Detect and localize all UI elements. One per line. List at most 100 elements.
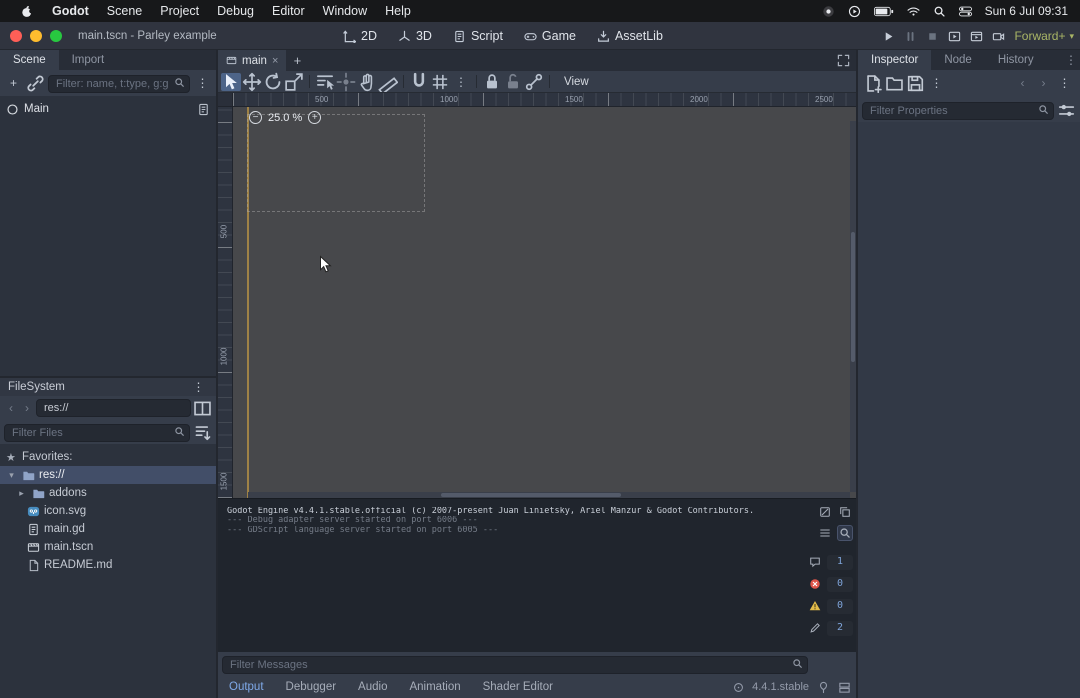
menu-scene[interactable]: Scene	[98, 4, 151, 18]
filter-messages-input[interactable]	[222, 656, 808, 674]
load-resource-icon[interactable]	[885, 74, 904, 93]
inspector-options-icon[interactable]: ⋮	[1055, 74, 1074, 93]
output-log[interactable]: Godot Engine v4.4.1.stable.official (c) …	[218, 498, 856, 652]
bottom-tab-shader-editor[interactable]: Shader Editor	[472, 676, 564, 698]
menu-editor[interactable]: Editor	[263, 4, 314, 18]
add-node-button[interactable]: +	[4, 74, 23, 93]
renderer-select[interactable]: Forward+ ▾	[1014, 29, 1074, 43]
tab-history[interactable]: History	[985, 50, 1047, 70]
viewport-vscrollbar[interactable]	[850, 121, 856, 492]
dock-options-icon[interactable]: ⋮	[1062, 50, 1080, 70]
favorites-row[interactable]: ★ Favorites:	[0, 448, 216, 466]
apple-menu-icon[interactable]	[12, 5, 43, 18]
scene-filter-input[interactable]	[48, 75, 190, 93]
history-forward-icon[interactable]: ›	[1034, 74, 1053, 93]
unlock-icon[interactable]	[503, 73, 523, 91]
zoom-in-button[interactable]: +	[308, 111, 321, 124]
expand-arrow-icon[interactable]: ▸	[16, 488, 27, 499]
save-resource-icon[interactable]	[906, 74, 925, 93]
attached-script-icon[interactable]	[197, 103, 210, 116]
filesystem-tree[interactable]: ★ Favorites: ▾ res:// ▸ addons icon.svg …	[0, 444, 216, 698]
skeleton-icon[interactable]	[524, 73, 544, 91]
update-status-icon[interactable]	[733, 682, 744, 693]
spotlight-search-icon[interactable]	[933, 5, 946, 18]
view-menu-button[interactable]: View	[555, 76, 598, 88]
filter-messages-toggle[interactable]: 1	[807, 554, 853, 570]
minimize-window-button[interactable]	[30, 30, 42, 42]
menu-debug[interactable]: Debug	[208, 4, 263, 18]
new-resource-icon[interactable]	[864, 74, 883, 93]
battery-icon[interactable]	[874, 6, 894, 17]
tab-inspector[interactable]: Inspector	[858, 50, 931, 70]
play-circle-icon[interactable]	[848, 5, 861, 18]
fs-item-res[interactable]: ▾ res://	[0, 466, 216, 484]
scale-tool[interactable]	[284, 73, 304, 91]
smart-snap-icon[interactable]	[409, 73, 429, 91]
fs-item-addons[interactable]: ▸ addons	[0, 484, 216, 502]
stop-button[interactable]	[926, 30, 939, 43]
menu-window[interactable]: Window	[314, 4, 376, 18]
canvas[interactable]: − 25.0 % +	[233, 107, 856, 498]
zoom-out-button[interactable]: −	[249, 111, 262, 124]
move-tool[interactable]	[242, 73, 262, 91]
instance-scene-button[interactable]	[26, 74, 45, 93]
play-button[interactable]	[882, 30, 895, 43]
filter-editor-messages-toggle[interactable]: 2	[807, 620, 853, 636]
close-tab-icon[interactable]: ×	[272, 55, 278, 67]
filter-warnings-toggle[interactable]: 0	[807, 598, 853, 614]
bottom-tab-debugger[interactable]: Debugger	[275, 676, 348, 698]
fs-item-readme[interactable]: README.md	[0, 556, 216, 574]
history-forward-icon[interactable]: ›	[20, 401, 34, 415]
control-center-icon[interactable]	[959, 5, 972, 18]
bottom-tab-output[interactable]: Output	[218, 676, 275, 698]
bottom-tab-audio[interactable]: Audio	[347, 676, 398, 698]
play-custom-scene-button[interactable]	[970, 30, 983, 43]
fs-item-main-gd[interactable]: main.gd	[0, 520, 216, 538]
pause-button[interactable]	[904, 30, 917, 43]
menu-project[interactable]: Project	[151, 4, 208, 18]
screen-record-icon[interactable]	[822, 5, 835, 18]
expand-viewport-icon[interactable]	[837, 50, 856, 71]
zoom-level[interactable]: 25.0 %	[268, 112, 302, 124]
menu-godot[interactable]: Godot	[43, 4, 98, 18]
pin-bottom-panel-icon[interactable]	[817, 681, 830, 694]
menu-help[interactable]: Help	[376, 4, 420, 18]
fs-item-main-tscn[interactable]: main.tscn	[0, 538, 216, 556]
path-field[interactable]: res://	[36, 399, 191, 417]
tab-node[interactable]: Node	[931, 50, 985, 70]
workspace-game-button[interactable]: Game	[524, 29, 576, 43]
tab-scene[interactable]: Scene	[0, 50, 59, 70]
filter-errors-toggle[interactable]: 0	[807, 576, 853, 592]
resource-options-icon[interactable]: ⋮	[927, 74, 946, 93]
rotate-tool[interactable]	[263, 73, 283, 91]
history-back-icon[interactable]: ‹	[1013, 74, 1032, 93]
pivot-tool[interactable]	[336, 73, 356, 91]
grid-snap-icon[interactable]	[430, 73, 450, 91]
zoom-window-button[interactable]	[50, 30, 62, 42]
snap-options-icon[interactable]: ⋮	[451, 73, 471, 91]
play-scene-button[interactable]	[948, 30, 961, 43]
filesystem-options-icon[interactable]: ⋮	[189, 378, 208, 397]
workspace-assetlib-button[interactable]: AssetLib	[597, 29, 663, 43]
fs-item-icon-svg[interactable]: icon.svg	[0, 502, 216, 520]
property-filter-options-icon[interactable]	[1057, 101, 1076, 120]
clear-output-icon[interactable]	[817, 504, 833, 520]
bottom-tab-animation[interactable]: Animation	[398, 676, 471, 698]
history-back-icon[interactable]: ‹	[4, 401, 18, 415]
sort-files-icon[interactable]	[193, 423, 212, 442]
scene-tree[interactable]: Main	[0, 96, 216, 376]
2d-viewport[interactable]: 500 1000 1500 2000 2500 500 1000 1500 − …	[218, 93, 856, 498]
list-select-tool[interactable]	[315, 73, 335, 91]
expand-bottom-panel-icon[interactable]	[838, 681, 851, 694]
ruler-tool[interactable]	[378, 73, 398, 91]
workspace-script-button[interactable]: Script	[453, 29, 503, 43]
scene-tab-main[interactable]: main ×	[218, 50, 286, 71]
collapse-arrow-icon[interactable]: ▾	[6, 470, 17, 481]
scene-node-main[interactable]: Main	[0, 99, 216, 119]
toggle-format-icon[interactable]	[817, 525, 833, 541]
search-messages-icon[interactable]	[837, 525, 853, 541]
split-view-icon[interactable]	[193, 399, 212, 418]
movie-writer-button[interactable]	[992, 30, 1005, 43]
select-tool[interactable]	[221, 73, 241, 91]
tab-import[interactable]: Import	[59, 50, 118, 70]
